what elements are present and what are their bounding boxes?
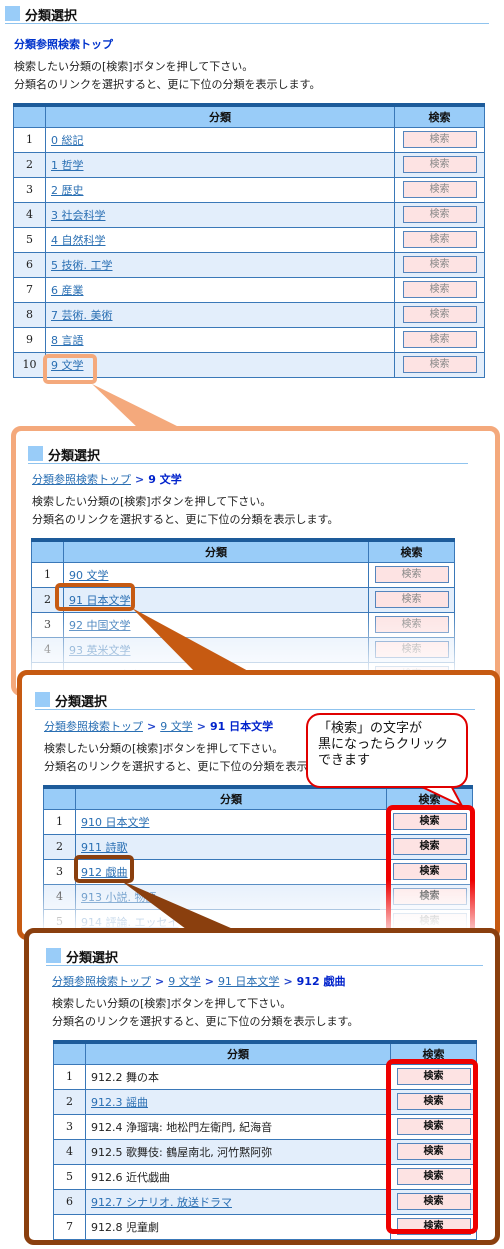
search-button-highlight: [386, 1059, 478, 1234]
breadcrumb-link[interactable]: 91 日本文学: [218, 975, 280, 988]
row-number: 3: [53, 1113, 86, 1140]
category-label: 912.5 歌舞伎: 鶴屋南北, 河竹黙阿弥: [91, 1145, 273, 1159]
category-cell: 912.3 謡曲: [85, 1088, 391, 1115]
section-header: 分類選択: [46, 946, 483, 966]
breadcrumb-link[interactable]: 分類参照検索トップ: [52, 975, 151, 988]
category-label: 912.4 浄瑠璃: 地松門左衛門, 紀海音: [91, 1120, 273, 1134]
breadcrumb-current: 912 戯曲: [296, 975, 346, 988]
row-number: 5: [53, 1163, 86, 1190]
breadcrumb-separator: >: [155, 975, 165, 988]
row-number: 7: [53, 1213, 86, 1240]
section-title: 分類選択: [66, 951, 119, 966]
header-square-icon: [46, 948, 61, 963]
row-number: 4: [53, 1138, 86, 1165]
category-label: 912.2 舞の本: [91, 1070, 159, 1084]
category-cell: 912.6 近代戯曲: [85, 1163, 391, 1190]
row-number: 2: [53, 1088, 86, 1115]
row-number: 1: [53, 1063, 86, 1090]
category-label: 912.6 近代戯曲: [91, 1170, 170, 1184]
category-link[interactable]: 912.3 謡曲: [91, 1096, 148, 1109]
breadcrumb: 分類参照検索トップ >9 文学 >91 日本文学 >912 戯曲: [52, 973, 345, 989]
column-header-category: 分類: [85, 1041, 391, 1065]
instruction-line-1: 検索したい分類の[検索]ボタンを押して下さい。: [52, 997, 292, 1010]
category-cell: 912.2 舞の本: [85, 1063, 391, 1090]
category-cell: 912.5 歌舞伎: 鶴屋南北, 河竹黙阿弥: [85, 1138, 391, 1165]
category-cell: 912.7 シナリオ. 放送ドラマ: [85, 1188, 391, 1215]
category-cell: 912.8 児童劇: [85, 1213, 391, 1240]
breadcrumb-separator: >: [283, 975, 293, 988]
column-header-num: [53, 1041, 86, 1065]
instruction-line-2: 分類名のリンクを選択すると、更に下位の分類を表示します。: [52, 1015, 359, 1028]
instructions: 検索したい分類の[検索]ボタンを押して下さい。 分類名のリンクを選択すると、更に…: [52, 995, 358, 1031]
breadcrumb-link[interactable]: 9 文学: [168, 975, 201, 988]
category-link[interactable]: 912.7 シナリオ. 放送ドラマ: [91, 1196, 232, 1209]
category-label: 912.8 児童劇: [91, 1220, 159, 1234]
highlight-912-gikyoku: [74, 855, 134, 883]
row-number: 6: [53, 1188, 86, 1215]
category-cell: 912.4 浄瑠璃: 地松門左衛門, 紀海音: [85, 1113, 391, 1140]
breadcrumb-separator: >: [204, 975, 214, 988]
